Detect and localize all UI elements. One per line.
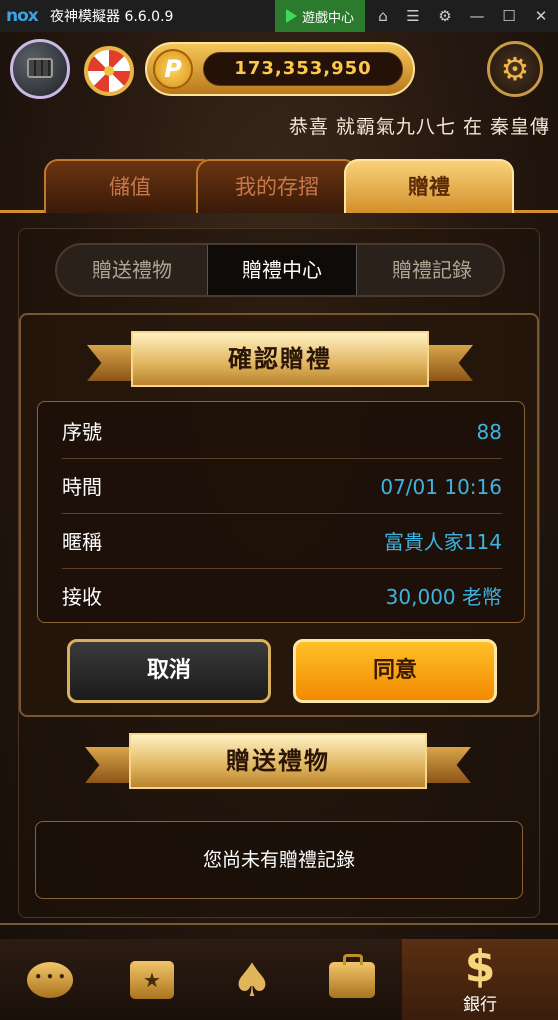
detail-row-nickname: 暱稱 富貴人家114: [62, 515, 502, 569]
gear-icon[interactable]: ⚙: [430, 0, 460, 32]
detail-row-receive: 接收 30,000 老幣: [62, 570, 502, 624]
confirm-title: 確認贈禮: [131, 331, 429, 387]
tab-deposit[interactable]: 儲值: [44, 159, 216, 213]
detail-row-time: 時間 07/01 10:16: [62, 460, 502, 514]
tab-gift[interactable]: 贈禮: [344, 159, 514, 213]
close-icon[interactable]: ✕: [526, 0, 556, 32]
game-center-label: 遊戲中心: [301, 10, 354, 26]
game-app: P 173,353,950 ⚙ 恭喜 就霸氣九八七 在 秦皇傳 儲值 我的存摺 …: [0, 32, 558, 1020]
confirm-title-ribbon: 確認贈禮: [87, 331, 473, 387]
confirm-gift-box: 確認贈禮 序號 88 時間 07/01 10:16 暱稱 富貴人家114 接收 …: [19, 313, 539, 717]
lucky-wheel-icon[interactable]: [84, 46, 134, 96]
cancel-button[interactable]: 取消: [67, 639, 271, 703]
game-center-button[interactable]: 遊戲中心: [275, 0, 365, 32]
detail-value: 富貴人家114: [383, 530, 502, 554]
nox-logo: nox: [6, 6, 39, 26]
detail-value: 30,000 老幣: [385, 585, 502, 609]
coin-amount: 173,353,950: [203, 52, 403, 86]
home-icon[interactable]: ⌂: [368, 0, 398, 32]
tab-passbook[interactable]: 我的存摺: [196, 159, 358, 213]
subtab-gift-center[interactable]: 贈禮中心: [207, 245, 357, 295]
subtab-gift-records[interactable]: 贈禮記錄: [357, 245, 503, 295]
avatar[interactable]: [10, 39, 70, 99]
gift-panel: 贈送禮物 贈禮中心 贈禮記錄 確認贈禮 序號 88 時間 07/01 10:16: [18, 228, 540, 918]
bottom-nav: ★ ♠ $ 銀行: [0, 939, 558, 1020]
dollar-icon: $: [464, 941, 496, 992]
gifts-title-ribbon: 贈送禮物: [85, 733, 471, 789]
detail-label: 時間: [62, 475, 102, 499]
nav-chat[interactable]: [0, 939, 100, 1020]
subtab-send-gift[interactable]: 贈送禮物: [57, 245, 207, 295]
nav-bag[interactable]: [302, 939, 402, 1020]
nav-games[interactable]: ♠: [202, 939, 302, 1020]
chat-icon: [27, 961, 73, 998]
gift-details: 序號 88 時間 07/01 10:16 暱稱 富貴人家114 接收 30,00…: [37, 401, 525, 623]
maximize-icon[interactable]: ☐: [494, 0, 524, 32]
divider: [0, 923, 558, 925]
briefcase-icon: [329, 953, 375, 998]
minimize-icon[interactable]: —: [462, 0, 492, 32]
window-title: 夜神模擬器 6.6.0.9: [50, 9, 174, 25]
gifts-title: 贈送禮物: [129, 733, 427, 789]
nav-bank[interactable]: $ 銀行: [402, 939, 558, 1020]
emulator-titlebar: nox 夜神模擬器 6.6.0.9 遊戲中心 ⌂ ☰ ⚙ — ☐ ✕: [0, 0, 558, 32]
nav-bank-label: 銀行: [463, 995, 497, 1015]
agree-button[interactable]: 同意: [293, 639, 497, 703]
settings-gear-icon[interactable]: ⚙: [487, 41, 543, 97]
detail-label: 暱稱: [62, 530, 102, 554]
sub-tabs: 贈送禮物 贈禮中心 贈禮記錄: [55, 243, 505, 297]
detail-label: 序號: [62, 420, 102, 444]
detail-row-serial: 序號 88: [62, 405, 502, 459]
main-tabs: 儲值 我的存摺 贈禮: [0, 155, 558, 213]
gift-records-empty: 您尚未有贈禮記錄: [35, 821, 523, 899]
menu-icon[interactable]: ☰: [398, 0, 428, 32]
calendar-icon: ★: [130, 960, 174, 999]
detail-label: 接收: [62, 585, 102, 609]
nav-calendar[interactable]: ★: [102, 939, 202, 1020]
avatar-image: [27, 58, 53, 78]
coin-icon: P: [153, 49, 193, 89]
spade-icon: ♠: [231, 952, 273, 1007]
marquee-text: 恭喜 就霸氣九八七 在 秦皇傳: [288, 116, 550, 138]
detail-value: 07/01 10:16: [380, 475, 502, 499]
play-icon: [285, 9, 297, 23]
detail-value: 88: [476, 420, 502, 444]
coin-balance: P 173,353,950: [145, 42, 415, 96]
